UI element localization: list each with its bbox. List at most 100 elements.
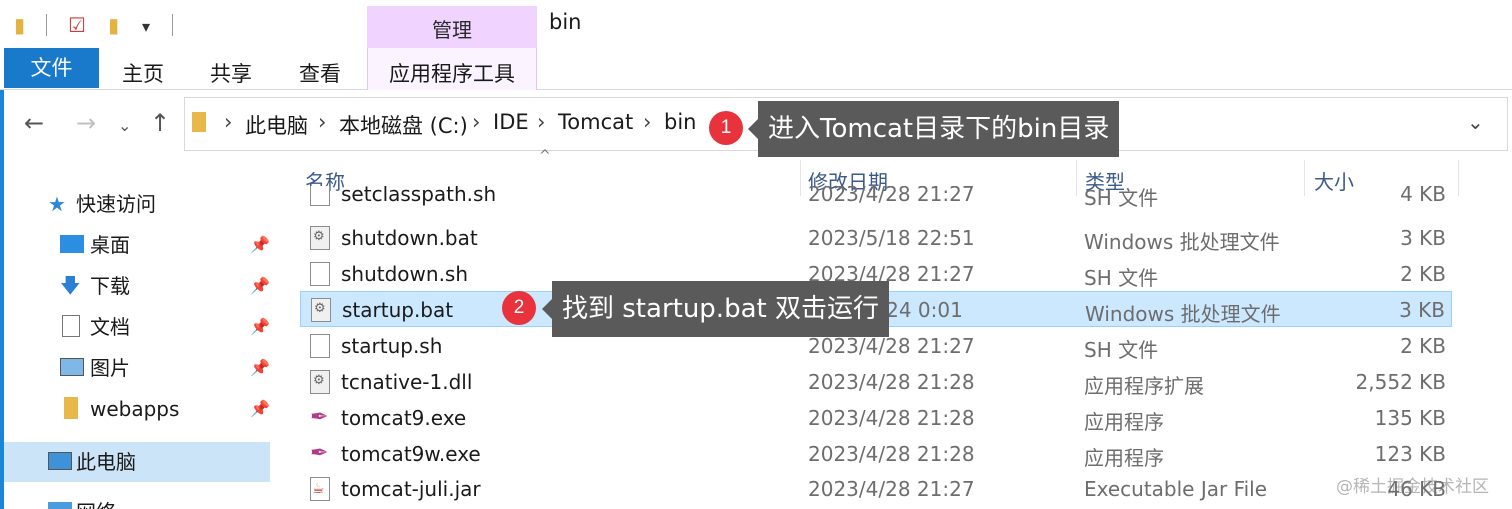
breadcrumb-local-disk[interactable]: 本地磁盘 (C:) (339, 110, 468, 140)
breadcrumb-this-pc[interactable]: 此电脑 (245, 110, 308, 140)
file-row[interactable]: tomcat-juli.jar 2023/4/28 21:27 Executab… (300, 471, 1452, 507)
file-name: tomcat9.exe (341, 406, 467, 430)
sidebar-item-webapps[interactable]: webapps 📌 (4, 389, 270, 429)
desktop-icon (60, 235, 84, 253)
back-arrow-icon[interactable]: ← (24, 108, 44, 138)
file-date: 2023/4/28 21:28 (808, 406, 975, 430)
tab-share[interactable]: 共享 (210, 58, 252, 88)
sidebar-item-network[interactable]: 网络 (4, 494, 270, 509)
sidebar-item-desktop[interactable]: 桌面 📌 (4, 225, 270, 265)
file-size: 135 KB (1374, 406, 1446, 430)
tab-home[interactable]: 主页 (122, 58, 164, 88)
callout-tooltip-1: 进入Tomcat目录下的bin目录 (747, 101, 1120, 157)
file-row[interactable]: setclasspath.sh 2023/4/28 21:27 SH 文件 4 … (300, 186, 1452, 212)
tomcat-feather-icon: ✒ (310, 441, 329, 466)
sidebar-item-label: 文档 (90, 315, 130, 339)
file-type: Windows 批处理文件 (1084, 230, 1280, 254)
address-dropdown-chevron-icon[interactable]: ⌄ (1467, 110, 1484, 134)
file-date: 2023/4/28 21:27 (808, 334, 975, 358)
file-type: Windows 批处理文件 (1085, 302, 1281, 326)
file-date: 2023/4/28 21:28 (808, 370, 975, 394)
manage-group-label: 管理 (432, 18, 472, 42)
computer-icon (48, 452, 72, 470)
file-row[interactable]: shutdown.bat 2023/5/18 22:51 Windows 批处理… (300, 220, 1452, 256)
title-bar (0, 0, 1512, 48)
callout-badge-2: 2 (502, 291, 536, 325)
chevron-down-icon[interactable]: ▾ (142, 14, 150, 40)
file-date: 2023/4/28 21:27 (808, 186, 975, 206)
file-type: Executable Jar File (1084, 477, 1268, 501)
breadcrumb-separator: › (643, 110, 652, 134)
star-icon: ★ (48, 192, 66, 216)
file-row[interactable]: ✒ tomcat9w.exe 2023/4/28 21:28 应用程序 123 … (300, 436, 1452, 472)
document-icon (310, 262, 330, 286)
document-icon (62, 315, 80, 337)
tab-app-tools[interactable]: 应用程序工具 (367, 58, 537, 88)
tab-file[interactable]: 文件 (4, 48, 99, 88)
separator (172, 14, 173, 36)
callout-badge-1: 1 (709, 111, 743, 145)
pin-icon[interactable]: 📌 (250, 357, 270, 379)
breadcrumb-ide[interactable]: IDE (493, 110, 529, 134)
file-name: tomcat9w.exe (341, 442, 481, 466)
breadcrumb-separator: › (224, 110, 233, 134)
new-folder-icon[interactable]: ▮ (108, 12, 119, 38)
jar-file-icon (310, 477, 330, 501)
forward-arrow-icon[interactable]: → (76, 108, 96, 138)
file-name: tomcat-juli.jar (341, 477, 481, 501)
watermark: @稀土掘金技术社区 (1336, 477, 1489, 497)
pin-icon[interactable]: 📌 (250, 275, 270, 297)
document-icon (310, 186, 330, 206)
sort-ascending-icon: ^ (539, 148, 551, 164)
file-type: 应用程序 (1084, 446, 1164, 470)
file-size: 123 KB (1374, 442, 1446, 466)
breadcrumb-separator: › (472, 110, 481, 134)
file-size: 4 KB (1400, 186, 1446, 206)
breadcrumb-tomcat[interactable]: Tomcat (558, 110, 633, 134)
file-name: tcnative-1.dll (341, 370, 473, 394)
sidebar-item-pictures[interactable]: 图片 📌 (4, 348, 270, 388)
tab-view[interactable]: 查看 (299, 58, 341, 88)
batch-file-icon (310, 226, 330, 250)
file-size: 2 KB (1400, 262, 1446, 286)
file-size: 2,552 KB (1355, 370, 1446, 394)
properties-icon[interactable]: ☑ (68, 12, 86, 38)
sidebar-item-documents[interactable]: 文档 📌 (4, 307, 270, 347)
file-name: startup.sh (341, 334, 443, 358)
pin-icon[interactable]: 📌 (250, 234, 270, 256)
file-row[interactable]: ✒ tomcat9.exe 2023/4/28 21:28 应用程序 135 K… (300, 400, 1452, 436)
file-size: 2 KB (1400, 334, 1446, 358)
file-type: SH 文件 (1084, 338, 1159, 362)
separator (46, 14, 47, 36)
file-size: 3 KB (1399, 298, 1445, 322)
file-name: setclasspath.sh (341, 186, 497, 206)
breadcrumb-bin[interactable]: bin (664, 110, 696, 134)
recent-locations-chevron-icon[interactable]: ⌄ (118, 111, 131, 141)
file-type: 应用程序扩展 (1084, 374, 1204, 398)
pin-icon[interactable]: 📌 (250, 398, 270, 420)
file-type: SH 文件 (1084, 186, 1159, 210)
file-date: 2023/4/28 21:27 (808, 477, 975, 501)
file-row[interactable]: tcnative-1.dll 2023/4/28 21:28 应用程序扩展 2,… (300, 364, 1452, 400)
sidebar-item-label: 下载 (90, 274, 130, 298)
pictures-icon (60, 358, 84, 376)
folder-icon (64, 397, 78, 419)
pin-icon[interactable]: 📌 (250, 316, 270, 338)
sidebar-item-label: 图片 (90, 356, 130, 380)
column-divider[interactable] (1458, 160, 1459, 196)
batch-file-icon (311, 298, 331, 322)
breadcrumb-separator: › (318, 110, 327, 134)
download-icon: 🡇 (60, 273, 81, 297)
file-size: 3 KB (1400, 226, 1446, 250)
callout-tooltip-2: 找到 startup.bat 双击运行 (542, 281, 889, 337)
file-date: 2023/5/18 22:51 (808, 226, 975, 250)
sidebar-item-downloads[interactable]: 🡇 下载 📌 (4, 266, 270, 306)
sidebar-item-quick-access[interactable]: ★ 快速访问 (4, 184, 270, 224)
folder-icon (192, 112, 206, 132)
sidebar-item-this-pc[interactable]: 此电脑 (4, 442, 270, 482)
sidebar-item-label: 桌面 (90, 233, 130, 257)
tomcat-feather-icon: ✒ (310, 405, 329, 430)
up-arrow-icon[interactable]: ↑ (150, 108, 170, 138)
folder-icon[interactable]: ▮ (14, 12, 25, 38)
file-name: startup.bat (342, 298, 454, 322)
